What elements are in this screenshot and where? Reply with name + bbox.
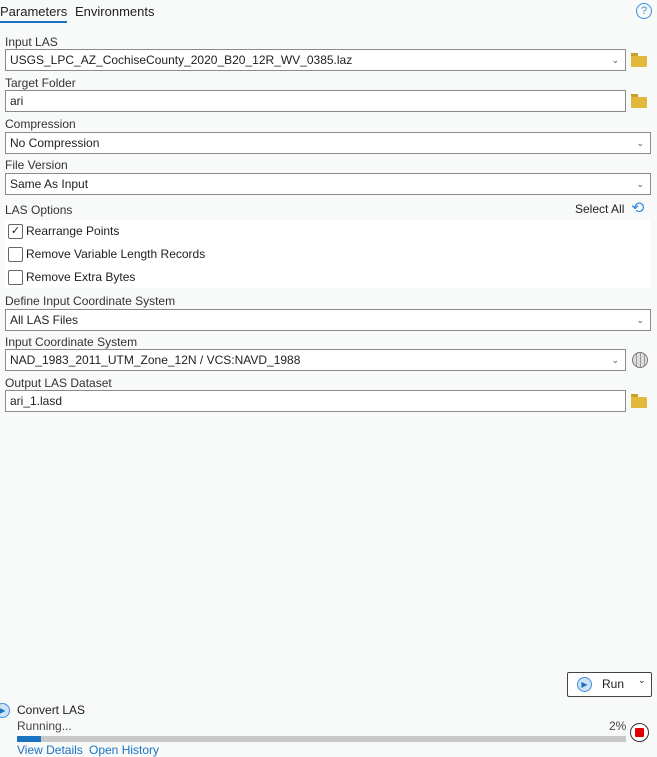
chevron-down-icon: ⌄	[636, 138, 644, 148]
job-title: Convert LAS	[17, 703, 86, 717]
output-label: Output LAS Dataset	[5, 376, 112, 390]
input-cs-value: NAD_1983_2011_UTM_Zone_12N / VCS:NAVD_19…	[10, 353, 301, 367]
job-status: Running...	[17, 719, 72, 733]
progress-percent: 2%	[609, 719, 627, 733]
remove-extra-bytes-checkbox[interactable]	[8, 270, 23, 285]
define-cs-dropdown[interactable]: All LAS Files ⌄	[5, 309, 651, 331]
compression-label: Compression	[5, 117, 76, 131]
rearrange-points-checkbox[interactable]: ✓	[8, 224, 23, 239]
globe-icon[interactable]	[632, 352, 648, 368]
option-label: Remove Variable Length Records	[26, 247, 206, 261]
tab-environments[interactable]: Environments	[75, 4, 154, 19]
chevron-down-icon: ⌄	[636, 315, 644, 325]
run-button[interactable]: ▶ Run ⌄	[567, 672, 652, 697]
folder-icon[interactable]	[631, 394, 647, 408]
chevron-down-icon: ⌄	[636, 179, 644, 189]
input-las-dropdown[interactable]: USGS_LPC_AZ_CochiseCounty_2020_B20_12R_W…	[5, 49, 626, 71]
open-history-link[interactable]: Open History	[89, 743, 159, 757]
folder-icon[interactable]	[631, 53, 647, 67]
input-cs-label: Input Coordinate System	[5, 335, 138, 349]
tab-parameters[interactable]: Parameters	[0, 4, 68, 23]
play-icon: ▶	[0, 703, 10, 718]
output-value: ari_1.lasd	[10, 394, 63, 408]
define-cs-label: Define Input Coordinate System	[5, 294, 176, 308]
folder-icon[interactable]	[631, 94, 647, 108]
select-all-link[interactable]: Select All	[575, 202, 624, 216]
remove-vlr-checkbox[interactable]	[8, 247, 23, 262]
file-version-value: Same As Input	[10, 177, 89, 191]
play-icon: ▶	[577, 677, 592, 692]
option-label: Remove Extra Bytes	[26, 270, 136, 284]
input-las-value: USGS_LPC_AZ_CochiseCounty_2020_B20_12R_W…	[10, 53, 353, 67]
las-options-list: ✓ Rearrange Points Remove Variable Lengt…	[5, 220, 650, 288]
output-input[interactable]: ari_1.lasd	[5, 390, 626, 412]
chevron-down-icon: ⌄	[611, 55, 619, 65]
stop-button[interactable]	[630, 723, 649, 742]
input-cs-dropdown[interactable]: NAD_1983_2011_UTM_Zone_12N / VCS:NAVD_19…	[5, 349, 626, 371]
option-label: Rearrange Points	[26, 224, 120, 238]
chevron-down-icon: ⌄	[611, 355, 619, 365]
progress-bar	[17, 736, 626, 742]
view-details-link[interactable]: View Details	[17, 743, 83, 757]
chevron-down-icon: ⌄	[638, 675, 646, 685]
help-icon[interactable]: ?	[636, 3, 652, 19]
reset-icon[interactable]: ⟲	[631, 198, 644, 218]
file-version-dropdown[interactable]: Same As Input ⌄	[5, 173, 651, 195]
las-options-label: LAS Options	[5, 203, 73, 217]
target-folder-value: ari	[10, 94, 24, 108]
stop-icon	[635, 728, 644, 737]
compression-value: No Compression	[10, 136, 100, 150]
define-cs-value: All LAS Files	[10, 313, 79, 327]
target-folder-label: Target Folder	[5, 76, 76, 90]
target-folder-input[interactable]: ari	[5, 90, 626, 112]
compression-dropdown[interactable]: No Compression ⌄	[5, 132, 651, 154]
run-label: Run	[602, 677, 625, 691]
input-las-label: Input LAS	[5, 35, 58, 49]
progress-fill	[17, 736, 42, 742]
file-version-label: File Version	[5, 158, 68, 172]
